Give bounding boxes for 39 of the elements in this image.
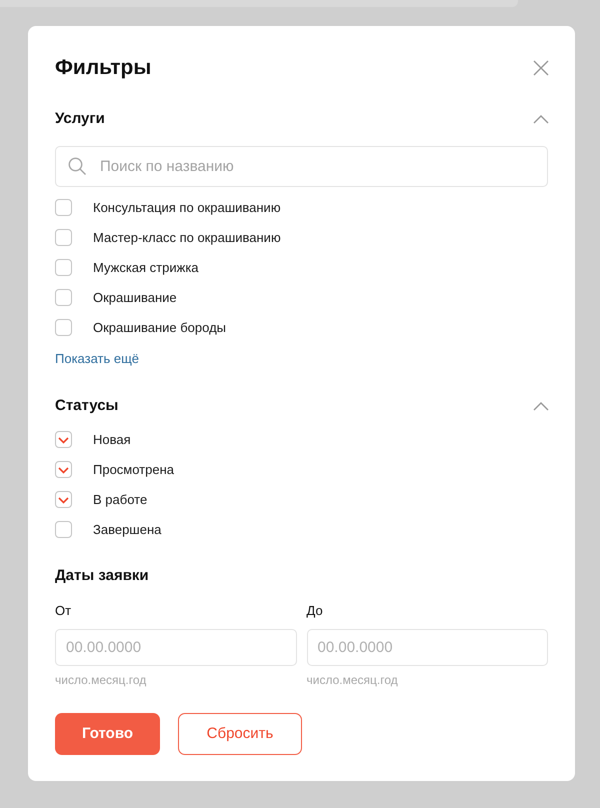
checkbox[interactable]: [55, 229, 72, 246]
checkbox[interactable]: [55, 521, 72, 538]
checkbox-label: Консультация по окрашиванию: [93, 198, 281, 217]
section-title: Услуги: [55, 109, 105, 129]
chevron-up-icon[interactable]: [533, 401, 549, 412]
checkbox-label: Окрашивание: [93, 288, 177, 307]
checkbox[interactable]: [55, 319, 72, 336]
search-field[interactable]: Поиск по названию: [55, 146, 548, 186]
date-field[interactable]: 00.00.0000: [306, 629, 548, 666]
section-title: Даты заявки: [55, 566, 150, 586]
checkbox[interactable]: [55, 199, 72, 216]
checkbox[interactable]: [55, 431, 72, 448]
check-icon: [58, 466, 69, 474]
done-button[interactable]: Готово: [55, 713, 160, 755]
check-icon: [58, 436, 69, 444]
field-hint: число.месяц.год: [55, 672, 148, 689]
section-title: Статусы: [55, 396, 118, 416]
checkbox-label: Мужская стрижка: [93, 258, 199, 277]
checkbox-label: Мастер-класс по окрашиванию: [93, 228, 281, 247]
checkbox-label: Просмотрена: [93, 460, 174, 479]
checkbox-label: Завершена: [93, 520, 162, 539]
checkbox-label: Новая: [93, 430, 131, 449]
close-button[interactable]: [532, 59, 550, 77]
checkbox[interactable]: [55, 289, 72, 306]
checkbox[interactable]: [55, 461, 72, 478]
check-icon: [58, 496, 69, 504]
field-label: До: [306, 602, 324, 619]
date-field[interactable]: 00.00.0000: [55, 629, 296, 666]
checkbox-label: В работе: [93, 490, 148, 509]
dialog-title: Фильтры: [55, 55, 152, 81]
chevron-up-icon[interactable]: [533, 114, 549, 124]
reset-button[interactable]: Сбросить: [178, 713, 302, 755]
show-more-link[interactable]: Показать ещё: [55, 348, 140, 368]
field-hint: число.месяц.год: [306, 672, 399, 689]
checkbox[interactable]: [55, 259, 72, 276]
checkbox[interactable]: [55, 491, 72, 508]
field-label: От: [55, 602, 72, 619]
checkbox-label: Окрашивание бороды: [93, 318, 226, 337]
search-icon: [68, 156, 87, 176]
